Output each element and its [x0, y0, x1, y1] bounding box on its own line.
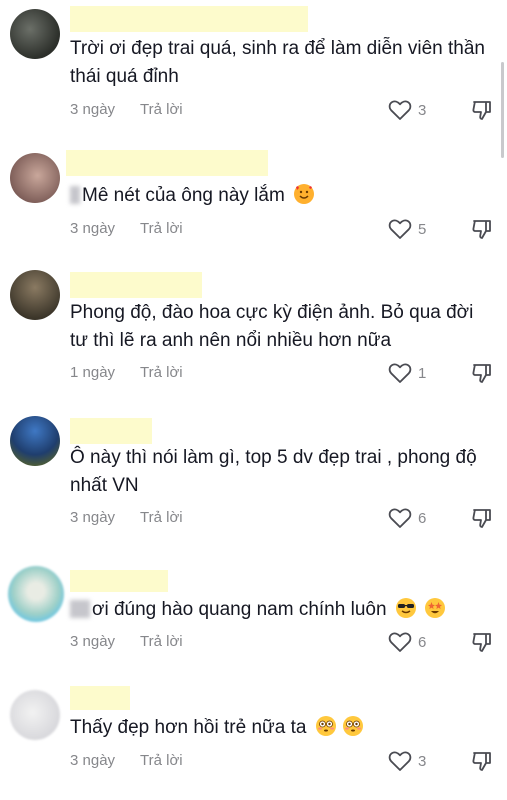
- scrollbar[interactable]: [501, 62, 504, 158]
- avatar[interactable]: [10, 9, 60, 59]
- heart-outline-icon: [388, 218, 412, 240]
- redacted-mark: [70, 186, 80, 204]
- avatar[interactable]: [8, 566, 64, 622]
- smiling-face-with-sunglasses-icon: [395, 598, 416, 618]
- comment-text: Mê nét của ông này lắm: [70, 182, 485, 210]
- like-count: 3: [418, 752, 427, 770]
- smiling-face-with-hearts-icon: [294, 184, 315, 204]
- heart-outline-icon: [388, 750, 412, 772]
- like-count: 6: [418, 633, 427, 651]
- heart-outline-icon: [388, 507, 412, 529]
- redacted-mark: [70, 600, 90, 618]
- like-button[interactable]: 6: [388, 631, 426, 653]
- thumbs-down-icon: [470, 361, 494, 385]
- like-count: 5: [418, 220, 427, 238]
- username-redacted[interactable]: [70, 570, 168, 592]
- username-redacted[interactable]: [70, 418, 152, 444]
- reply-button[interactable]: Trả lời: [140, 101, 183, 118]
- comment-time: 3 ngày: [70, 101, 116, 118]
- comment-text: Phong độ, đào hoa cực kỳ điện ảnh. Bỏ qu…: [70, 302, 474, 351]
- avatar[interactable]: [10, 153, 60, 203]
- comment-time: 3 ngày: [70, 752, 116, 769]
- comment-time: 3 ngày: [70, 509, 116, 526]
- username-redacted[interactable]: [66, 150, 268, 176]
- dislike-button[interactable]: [470, 506, 494, 530]
- dislike-button[interactable]: [470, 217, 494, 241]
- like-button[interactable]: 3: [388, 750, 426, 772]
- dislike-button[interactable]: [470, 630, 494, 654]
- comment-text: Ô này thì nói làm gì, top 5 dv đẹp trai …: [70, 447, 477, 496]
- flushed-face-icon: [343, 716, 363, 736]
- comment-text-content: Thấy đẹp hơn hồi trẻ nữa ta: [70, 717, 307, 738]
- comment-text: Trời ơi đẹp trai quá, sinh ra để làm diễ…: [70, 38, 485, 87]
- avatar[interactable]: [10, 270, 60, 320]
- heart-outline-icon: [388, 99, 412, 121]
- reply-button[interactable]: Trả lời: [140, 220, 183, 237]
- thumbs-down-icon: [470, 217, 494, 241]
- comment-time: 1 ngày: [70, 364, 116, 381]
- avatar[interactable]: [10, 416, 60, 466]
- comment-text: ơi đúng hào quang nam chính luôn: [70, 596, 485, 624]
- comment-text: Thấy đẹp hơn hồi trẻ nữa ta: [70, 714, 485, 742]
- reply-button[interactable]: Trả lời: [140, 509, 183, 526]
- heart-outline-icon: [388, 362, 412, 384]
- like-button[interactable]: 1: [388, 362, 426, 384]
- comment-time: 3 ngày: [70, 633, 116, 650]
- like-button[interactable]: 5: [388, 218, 426, 240]
- like-button[interactable]: 3: [388, 99, 426, 121]
- reply-button[interactable]: Trả lời: [140, 633, 183, 650]
- reply-button[interactable]: Trả lời: [140, 752, 183, 769]
- flushed-face-icon: [315, 716, 336, 736]
- star-struck-icon: [425, 598, 446, 618]
- reply-button[interactable]: Trả lời: [140, 364, 183, 381]
- comment-time: 3 ngày: [70, 220, 116, 237]
- avatar[interactable]: [10, 690, 60, 740]
- dislike-button[interactable]: [470, 98, 494, 122]
- thumbs-down-icon: [470, 630, 494, 654]
- dislike-button[interactable]: [470, 749, 494, 773]
- dislike-button[interactable]: [470, 361, 494, 385]
- like-count: 3: [418, 101, 427, 119]
- username-redacted[interactable]: [70, 6, 308, 32]
- thumbs-down-icon: [470, 749, 494, 773]
- username-redacted[interactable]: [70, 272, 202, 298]
- username-redacted[interactable]: [70, 686, 130, 710]
- thumbs-down-icon: [470, 98, 494, 122]
- thumbs-down-icon: [470, 506, 494, 530]
- like-count: 6: [418, 509, 427, 527]
- comment-text-content: Mê nét của ông này lắm: [82, 185, 285, 206]
- heart-outline-icon: [388, 631, 412, 653]
- like-count: 1: [418, 364, 427, 382]
- comment-text-content: ơi đúng hào quang nam chính luôn: [92, 599, 387, 620]
- like-button[interactable]: 6: [388, 507, 426, 529]
